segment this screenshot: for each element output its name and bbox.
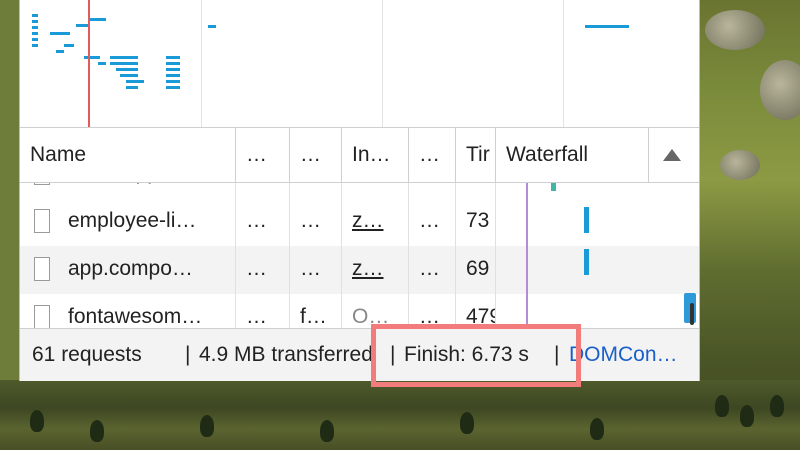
column-header-name[interactable]: Name [20, 128, 236, 182]
cell-initiator: O… [342, 294, 409, 328]
tree [320, 420, 334, 442]
cell-time: 69 [456, 246, 496, 294]
cell-type: f… [290, 183, 342, 198]
cell-size: … [409, 183, 456, 198]
request-name: employee-li… [68, 209, 197, 232]
cell-initiator-link[interactable]: z… [342, 246, 409, 294]
grass-field [0, 380, 800, 450]
column-header-waterfall[interactable]: Waterfall [496, 128, 649, 182]
tree [770, 395, 784, 417]
waterfall-bar [584, 249, 589, 275]
tree [740, 405, 754, 427]
tree [460, 412, 474, 434]
separator: | [185, 343, 191, 366]
domcontentloaded-marker [526, 183, 528, 328]
rock [705, 10, 765, 50]
cell-time: 73 [456, 198, 496, 246]
cell-size: … [409, 294, 456, 328]
request-name: cdk-stepper… [68, 183, 199, 196]
file-icon [34, 305, 50, 328]
tree [90, 420, 104, 442]
tree [30, 410, 44, 432]
domcontentloaded-link[interactable]: DOMCon… [569, 329, 678, 381]
request-name: fontawesom… [68, 305, 203, 328]
network-panel: Name … … In… … Tir Waterfall cdk-stepper… [19, 0, 700, 381]
network-overview-timeline[interactable] [20, 0, 699, 128]
cell-status: … [236, 294, 290, 328]
waterfall-bar [551, 183, 556, 191]
cell-status: … [236, 198, 290, 246]
cell-initiator-link[interactable]: z… [342, 183, 409, 198]
column-header-initiator[interactable]: In… [342, 128, 409, 182]
finish-time: Finish: 6.73 s [404, 343, 529, 366]
load-event-marker [88, 0, 90, 127]
cell-type: … [290, 246, 342, 294]
cell-time: 479 [456, 294, 496, 328]
column-header-size[interactable]: … [409, 128, 456, 182]
cell-size: … [409, 246, 456, 294]
rock [720, 150, 760, 180]
file-icon [34, 257, 50, 281]
cell-type: f… [290, 294, 342, 328]
tree [200, 415, 214, 437]
network-status-bar: 61 requests | 4.9 MB transferred | Finis… [20, 328, 699, 381]
column-header-type[interactable]: … [290, 128, 342, 182]
tree [590, 418, 604, 440]
column-header-time[interactable]: Tir [456, 128, 496, 182]
waterfall-column [496, 183, 699, 328]
cell-status: … [236, 246, 290, 294]
sort-ascending-icon[interactable] [663, 149, 681, 161]
cell-initiator-link[interactable]: z… [342, 198, 409, 246]
request-count: 61 requests [32, 343, 142, 366]
cell-status: … [236, 183, 290, 198]
request-table-header: Name … … In… … Tir Waterfall [20, 128, 699, 183]
waterfall-bar [584, 207, 589, 233]
cell-time: 18 [456, 183, 496, 198]
cell-size: … [409, 198, 456, 246]
column-header-status[interactable]: … [236, 128, 290, 182]
request-name: app.compo… [68, 257, 193, 280]
file-icon [34, 183, 50, 185]
separator: | [390, 343, 396, 366]
tree [715, 395, 729, 417]
transferred-size: 4.9 MB transferred [199, 343, 373, 366]
cell-type: … [290, 198, 342, 246]
file-icon [34, 209, 50, 233]
request-list: cdk-stepper… … f… z… … 18 employee-li… …… [20, 183, 699, 328]
scrollbar-grip[interactable] [690, 303, 694, 325]
separator: | [554, 343, 560, 366]
